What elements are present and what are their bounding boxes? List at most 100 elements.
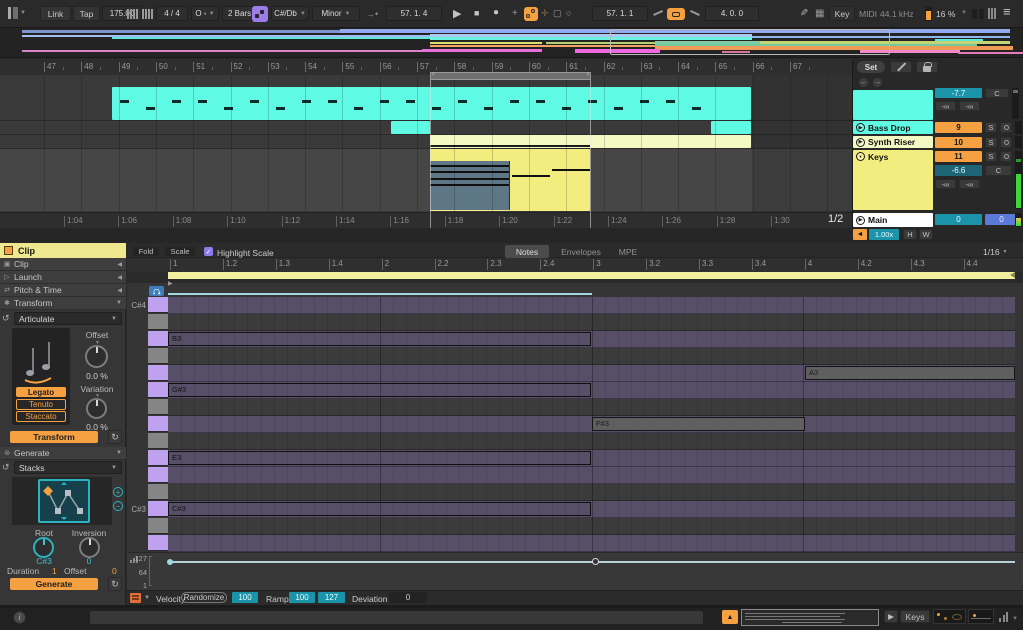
quantize-menu[interactable]: O●▼: [191, 6, 219, 21]
arrangement-position-field[interactable]: 57. 1. 4: [386, 6, 442, 21]
tab-mpe[interactable]: MPE: [612, 245, 644, 258]
midi-map-label[interactable]: MIDI: [859, 9, 877, 19]
arrangement-clip[interactable]: [391, 121, 430, 134]
loop-start-field[interactable]: 57. 1. 1: [592, 6, 648, 21]
draw-automation-button[interactable]: [890, 61, 912, 73]
overview-view-rectangle[interactable]: [610, 29, 890, 55]
velocity-lane[interactable]: [127, 552, 1023, 590]
arrangement-time-ruler[interactable]: 1:041:061:081:101:121:141:161:181:201:22…: [0, 212, 852, 228]
piano-key-B2[interactable]: [148, 535, 168, 551]
play-icon[interactable]: ▶: [856, 138, 865, 147]
keys-volume[interactable]: -6.6: [935, 165, 982, 176]
piano-key-C4[interactable]: [148, 314, 168, 330]
midi-note-A3[interactable]: A3: [805, 366, 1015, 380]
offset-knob[interactable]: [85, 345, 108, 368]
keys-solo-button[interactable]: S: [985, 151, 997, 162]
menu-icon[interactable]: ≡: [1003, 4, 1011, 19]
root-value[interactable]: C#3: [24, 556, 64, 566]
arrangement-loop-brace[interactable]: ›‹: [430, 72, 591, 80]
time-signature-field[interactable]: 4 / 4: [156, 6, 188, 21]
bass-drop-value[interactable]: 9: [935, 122, 982, 133]
piano-key-G#3[interactable]: [148, 382, 168, 398]
tab-notes[interactable]: Notes: [505, 245, 549, 258]
piano-key-G3[interactable]: [148, 399, 168, 415]
synth-riser-solo-button[interactable]: S: [985, 137, 997, 148]
keys-track-lane[interactable]: [0, 149, 852, 211]
set-loop-button[interactable]: Set: [857, 61, 885, 73]
piano-key-D#3[interactable]: [148, 467, 168, 483]
duration-value[interactable]: 1: [52, 566, 57, 576]
pencil-icon[interactable]: ✎: [800, 8, 808, 19]
fold-button[interactable]: Fold: [132, 246, 160, 257]
draw-mode-icon[interactable]: ▢: [553, 8, 562, 19]
prev-page-button[interactable]: ←: [858, 77, 869, 88]
track-header-main[interactable]: ▶Main: [853, 213, 933, 227]
nudge-down-button[interactable]: [127, 9, 138, 19]
tap-tempo-button[interactable]: Tap: [73, 6, 100, 21]
gen-offset-value[interactable]: 0: [112, 566, 117, 576]
randomize-button[interactable]: Randomize: [181, 592, 227, 603]
staccato-button[interactable]: Staccato: [16, 411, 66, 422]
cpu-menu-arrow-icon[interactable]: ▼: [961, 10, 967, 16]
device-thumbnail[interactable]: [968, 609, 994, 624]
highlight-loop-icon[interactable]: ○: [566, 8, 571, 18]
lock-envelopes-button[interactable]: [916, 61, 938, 73]
keys-send-b[interactable]: -∞: [959, 179, 980, 189]
root-knob[interactable]: [33, 537, 54, 558]
nudge-up-button[interactable]: [142, 9, 153, 19]
add-locator-icon[interactable]: +: [512, 8, 518, 19]
zoomed-overview-box[interactable]: [741, 609, 879, 626]
piano-key-B3[interactable]: [148, 331, 168, 347]
randomize-amount[interactable]: 100: [232, 592, 258, 603]
stop-button[interactable]: ■: [474, 8, 479, 18]
remove-point-button[interactable]: −: [113, 501, 123, 511]
play-icon[interactable]: ▶: [856, 123, 865, 132]
track-top-send-a[interactable]: -∞: [935, 101, 956, 111]
piano-key-D3[interactable]: [148, 484, 168, 500]
midi-overdub-icon[interactable]: [524, 7, 538, 21]
arrangement-overview[interactable]: [0, 28, 1023, 58]
track-top-pan[interactable]: C: [985, 88, 1009, 98]
playback-speed-value[interactable]: 1.00x: [869, 229, 899, 240]
generate-mode-dropdown[interactable]: Stacks▼: [14, 461, 122, 474]
track-top-volume[interactable]: -7.7: [935, 88, 982, 98]
generate-refresh-icon[interactable]: ↺: [2, 462, 10, 473]
device-track-label[interactable]: Keys: [900, 610, 930, 623]
generate-rerun-button[interactable]: ↻: [108, 577, 122, 591]
midi-beat-ruler[interactable]: 11.21.31.422.22.32.433.23.33.444.24.34.4: [127, 258, 1023, 272]
ramp-to-value[interactable]: 127: [318, 592, 345, 603]
piano-key-C#3[interactable]: [148, 501, 168, 517]
preview-headphone-button[interactable]: [149, 286, 164, 296]
piano-key-F3[interactable]: [148, 433, 168, 449]
variation-knob[interactable]: [86, 398, 107, 419]
midi-note-B3[interactable]: B3: [168, 332, 591, 346]
follow-icon[interactable]: →•: [366, 9, 378, 19]
transform-refresh-icon[interactable]: ↺: [2, 313, 10, 324]
window-layout-icon[interactable]: ▼: [8, 7, 26, 19]
next-page-button[interactable]: →: [872, 77, 883, 88]
arrangement-beat-ruler[interactable]: 4748495051525354555657585960616263646566…: [0, 59, 852, 75]
scale-fold-button[interactable]: Scale: [164, 246, 196, 257]
velocity-end-handle[interactable]: [592, 558, 599, 565]
generate-apply-button[interactable]: Generate: [10, 578, 98, 590]
offset-value[interactable]: 0.0 %: [75, 371, 119, 381]
section-clip[interactable]: ▣Clip◀: [0, 258, 126, 271]
time-selection-line[interactable]: [590, 72, 591, 228]
keys-pan[interactable]: C: [985, 165, 1012, 176]
scale-mode-icon[interactable]: [252, 6, 268, 22]
lane-chooser-arrow-icon[interactable]: ▼: [144, 595, 150, 601]
scale-root-menu[interactable]: C#/Db▼: [271, 6, 309, 21]
link-button[interactable]: Link: [40, 6, 71, 21]
legato-button[interactable]: Legato: [16, 387, 66, 397]
clip-panel-title[interactable]: Clip: [0, 243, 126, 258]
section-generate[interactable]: ⊛Generate▼: [0, 447, 126, 460]
clip-start-marker-icon[interactable]: ▶: [168, 280, 173, 287]
tab-envelopes[interactable]: Envelopes: [552, 245, 610, 258]
keys-activator-button[interactable]: [1000, 151, 1012, 162]
record-button[interactable]: ●: [493, 7, 499, 18]
scale-name-menu[interactable]: Minor▼: [312, 6, 360, 21]
track-header-synth-riser[interactable]: ▶Synth Riser: [853, 136, 933, 148]
midi-note-E3[interactable]: E3: [168, 451, 591, 465]
punch-in-icon[interactable]: [653, 10, 663, 16]
loop-length-field[interactable]: 4. 0. 0: [705, 6, 759, 21]
